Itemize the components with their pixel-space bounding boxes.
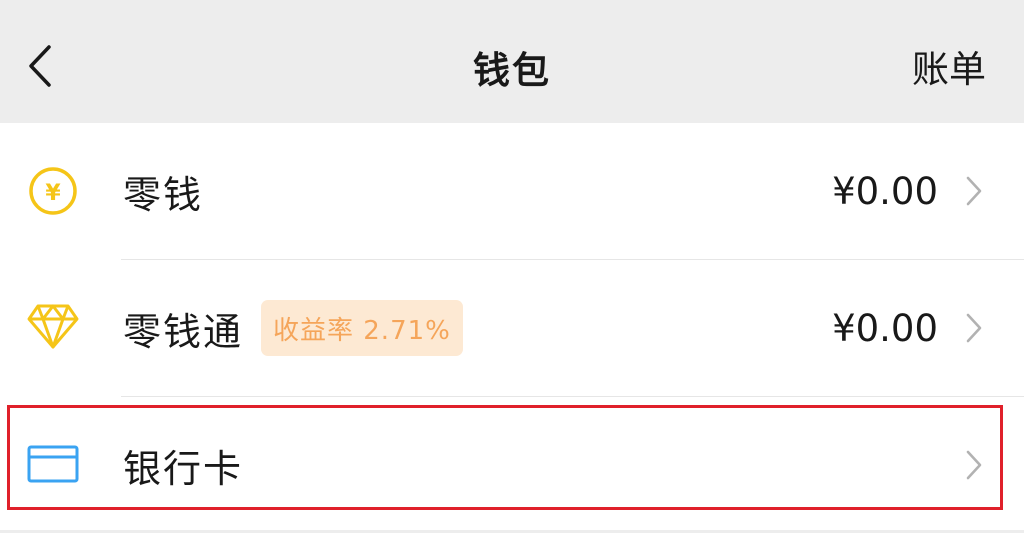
- balance-value: ¥0.00: [832, 306, 938, 350]
- diamond-icon: [25, 298, 81, 354]
- chevron-right-icon: [962, 171, 986, 211]
- list-item-change-plus[interactable]: 零钱通 收益率 2.71% ¥0.00: [0, 260, 1024, 396]
- svg-text:¥: ¥: [45, 181, 61, 206]
- page-title: 钱包: [473, 48, 551, 92]
- balance-value: ¥0.00: [832, 169, 938, 213]
- list-item-label: 零钱: [123, 172, 204, 217]
- back-button[interactable]: [18, 38, 62, 94]
- chevron-right-icon: [962, 445, 986, 485]
- list-item-label: 银行卡: [123, 446, 244, 491]
- bank-card-icon: [25, 436, 81, 492]
- wallet-list: ¥ 零钱 ¥0.00 零钱通 收益率 2.71% ¥0.00 银行卡: [0, 123, 1024, 530]
- nav-bar: 钱包 账单: [0, 0, 1024, 123]
- bill-button[interactable]: 账单: [912, 36, 986, 96]
- yield-badge: 收益率 2.71%: [261, 300, 463, 356]
- chevron-left-icon: [29, 45, 51, 87]
- yuan-coin-icon: ¥: [25, 163, 81, 219]
- list-item-bank-card[interactable]: 银行卡: [0, 397, 1024, 533]
- chevron-right-icon: [962, 308, 986, 348]
- list-item-label: 零钱通: [123, 309, 244, 354]
- list-item-change[interactable]: ¥ 零钱 ¥0.00: [0, 123, 1024, 259]
